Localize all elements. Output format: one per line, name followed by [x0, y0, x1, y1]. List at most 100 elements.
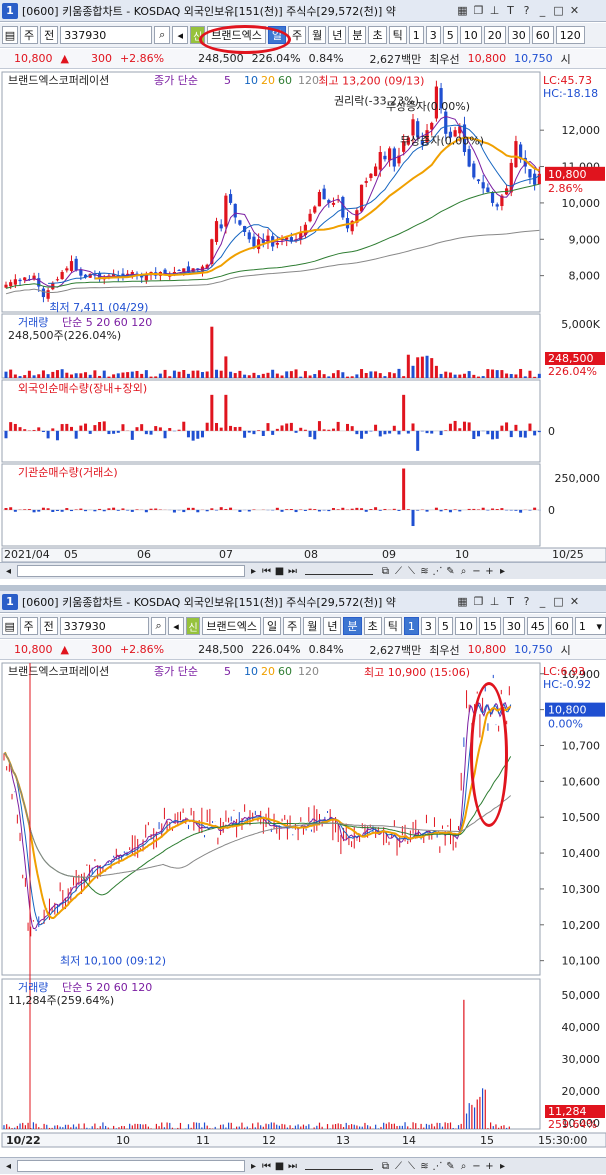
- stop-icon[interactable]: ■: [273, 566, 286, 577]
- period-daily[interactable]: 일: [267, 26, 286, 44]
- stock-code-input[interactable]: 337930: [60, 26, 153, 44]
- line-icon[interactable]: ⟍: [405, 1161, 418, 1172]
- interval-1[interactable]: 1: [403, 617, 419, 635]
- fibo-icon[interactable]: ≋: [418, 1161, 431, 1172]
- text-icon[interactable]: T: [504, 595, 517, 608]
- interval-15[interactable]: 15: [478, 617, 501, 635]
- interval-30[interactable]: 30: [502, 617, 525, 635]
- foreign-bar: [374, 424, 378, 431]
- interval-dropdown[interactable]: 1 ▾: [574, 617, 606, 635]
- help-icon[interactable]: ?: [520, 595, 533, 608]
- search-icon[interactable]: ⌕: [154, 26, 171, 44]
- maximize-icon[interactable]: □: [552, 595, 565, 608]
- toggle-icon[interactable]: ⧉: [379, 1161, 392, 1172]
- close-icon[interactable]: ✕: [568, 4, 581, 17]
- horizontal-scrollbar[interactable]: [17, 1160, 245, 1172]
- period-tick[interactable]: 틱: [383, 617, 402, 635]
- interval-45[interactable]: 45: [526, 617, 549, 635]
- interval-60[interactable]: 60: [531, 26, 554, 44]
- rewind-icon[interactable]: ⏮: [260, 566, 273, 577]
- stock-code-input[interactable]: 337930: [59, 617, 149, 635]
- horizontal-scrollbar[interactable]: [17, 565, 245, 577]
- speaker-icon[interactable]: ◂: [172, 26, 189, 44]
- period-second[interactable]: 초: [363, 617, 382, 635]
- grid-icon[interactable]: ▦: [456, 595, 469, 608]
- minus-icon[interactable]: −: [470, 1161, 483, 1172]
- minimize-icon[interactable]: _: [536, 4, 549, 17]
- zoom-slider[interactable]: [305, 567, 373, 575]
- interval-3[interactable]: 3: [425, 26, 441, 44]
- period-daily[interactable]: 일: [262, 617, 282, 635]
- pin-icon[interactable]: ⊥: [488, 4, 501, 17]
- period-monthly[interactable]: 월: [308, 26, 327, 44]
- interval-3[interactable]: 3: [420, 617, 436, 635]
- interval-1[interactable]: 1: [408, 26, 424, 44]
- period-minute[interactable]: 분: [348, 26, 367, 44]
- edit-icon[interactable]: ✎: [444, 1161, 457, 1172]
- turnover: 0.84%: [308, 643, 344, 656]
- stop-icon[interactable]: ■: [273, 1161, 286, 1172]
- prev-button[interactable]: 전: [39, 617, 58, 635]
- period-second[interactable]: 초: [368, 26, 387, 44]
- edit-icon[interactable]: ✎: [444, 566, 457, 577]
- minus-icon[interactable]: −: [470, 566, 483, 577]
- settings-icon[interactable]: ▸: [496, 566, 509, 577]
- volume-bar: [54, 1125, 56, 1129]
- market-select[interactable]: 주: [19, 617, 38, 635]
- zoom-icon[interactable]: ⌕: [457, 566, 470, 577]
- scroll-left-icon[interactable]: ◂: [2, 566, 15, 577]
- interval-5[interactable]: 5: [437, 617, 453, 635]
- rewind-icon[interactable]: ⏮: [260, 1161, 273, 1172]
- fibo-icon[interactable]: ≋: [418, 566, 431, 577]
- zoom-icon[interactable]: ⌕: [457, 1161, 470, 1172]
- minimize-icon[interactable]: _: [536, 595, 549, 608]
- period-minute[interactable]: 분: [343, 617, 362, 635]
- daily-chart[interactable]: 12,00011,00010,0009,0008,000브랜드엑스코퍼레이션종가…: [0, 70, 606, 563]
- interval-5[interactable]: 5: [442, 26, 458, 44]
- text-icon[interactable]: T: [504, 4, 517, 17]
- speaker-icon[interactable]: ◂: [168, 617, 184, 635]
- forward-icon[interactable]: ⏭: [286, 1161, 299, 1172]
- line-icon[interactable]: ⟍: [405, 566, 418, 577]
- inst-bar: [397, 509, 401, 511]
- pin-icon[interactable]: ⊥: [488, 595, 501, 608]
- period-weekly[interactable]: 주: [283, 617, 302, 635]
- channel-icon[interactable]: ⋰: [431, 566, 444, 577]
- period-yearly[interactable]: 년: [323, 617, 342, 635]
- plus-icon[interactable]: +: [483, 566, 496, 577]
- interval-60[interactable]: 60: [550, 617, 573, 635]
- minute-chart[interactable]: 10,90010,80010,70010,60010,50010,40010,3…: [0, 661, 606, 1154]
- scroll-left-icon[interactable]: ◂: [2, 1161, 15, 1172]
- zoom-slider[interactable]: [305, 1162, 373, 1170]
- help-icon[interactable]: ?: [520, 4, 533, 17]
- layout-icon[interactable]: ▤: [2, 617, 18, 635]
- interval-10[interactable]: 10: [454, 617, 477, 635]
- channel-icon[interactable]: ⋰: [431, 1161, 444, 1172]
- draw-icon[interactable]: ⟋: [392, 1161, 405, 1172]
- prev-button[interactable]: 전: [40, 26, 59, 44]
- x-tick-label: 15: [480, 1134, 494, 1147]
- interval-10[interactable]: 10: [459, 26, 482, 44]
- interval-20[interactable]: 20: [483, 26, 506, 44]
- interval-30[interactable]: 30: [507, 26, 530, 44]
- copy-icon[interactable]: ❐: [472, 595, 485, 608]
- period-monthly[interactable]: 월: [303, 617, 322, 635]
- period-yearly[interactable]: 년: [328, 26, 347, 44]
- interval-120[interactable]: 120: [555, 26, 585, 44]
- toggle-icon[interactable]: ⧉: [379, 566, 392, 577]
- search-icon[interactable]: ⌕: [150, 617, 167, 635]
- maximize-icon[interactable]: □: [552, 4, 565, 17]
- market-select[interactable]: 주: [20, 26, 39, 44]
- period-tick[interactable]: 틱: [388, 26, 407, 44]
- close-icon[interactable]: ✕: [568, 595, 581, 608]
- copy-icon[interactable]: ❐: [472, 4, 485, 17]
- grid-icon[interactable]: ▦: [456, 4, 469, 17]
- draw-icon[interactable]: ⟋: [392, 566, 405, 577]
- period-weekly[interactable]: 주: [287, 26, 307, 44]
- layout-icon[interactable]: ▤: [2, 26, 18, 44]
- plus-icon[interactable]: +: [483, 1161, 496, 1172]
- scroll-right-icon[interactable]: ▸: [247, 566, 260, 577]
- scroll-right-icon[interactable]: ▸: [247, 1161, 260, 1172]
- settings-icon[interactable]: ▸: [496, 1161, 509, 1172]
- forward-icon[interactable]: ⏭: [286, 566, 299, 577]
